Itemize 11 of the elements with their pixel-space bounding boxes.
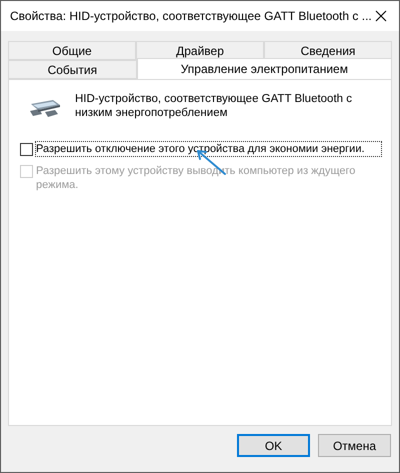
window-title: Свойства: HID-устройство, соответствующее GATT Bluetooth с ... xyxy=(10,8,372,25)
checkbox[interactable] xyxy=(20,143,33,156)
tab[interactable]: Управление электропитанием xyxy=(136,58,392,79)
tab[interactable]: Драйвер xyxy=(136,41,264,60)
checkbox-label: Разрешить отключение этого устройства для экономии энергии. xyxy=(36,142,381,156)
tab[interactable]: Общие xyxy=(8,41,136,60)
ok-button[interactable]: OK xyxy=(237,434,310,457)
close-icon xyxy=(374,10,387,22)
device-name: HID-устройство, соответствующее GATT Bluetooth с низким энергопотреблением xyxy=(75,92,353,120)
cancel-button[interactable]: Отмена xyxy=(318,434,391,457)
tab[interactable]: События xyxy=(8,60,137,79)
